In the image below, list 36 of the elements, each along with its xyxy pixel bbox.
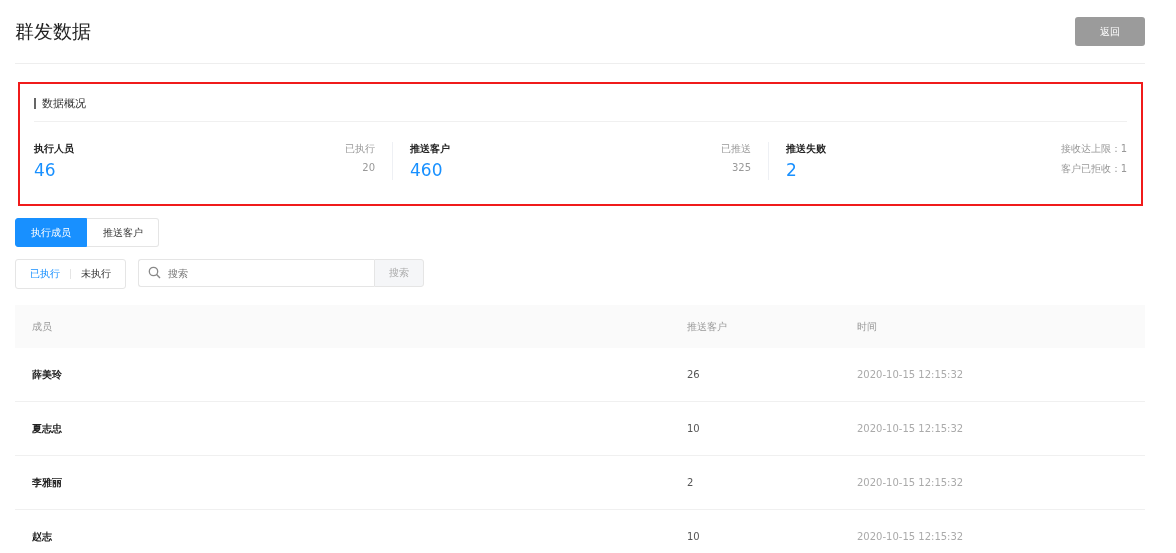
stat-detail: 已推送: [721, 142, 751, 156]
page-title: 群发数据: [15, 18, 91, 44]
filter-option[interactable]: 未执行: [71, 267, 121, 281]
stat-detail: 已执行: [345, 142, 375, 156]
section-title: 数据概况: [42, 95, 86, 111]
stat-detail: 接收达上限：1: [1060, 142, 1127, 156]
stat-detail: 客户已拒收：1: [1060, 162, 1127, 176]
tab[interactable]: 执行成员: [15, 218, 87, 247]
table-cell-text: 李雅丽: [32, 475, 63, 490]
stat-value: 460: [410, 160, 444, 180]
stat-label: 执行人员: [34, 142, 74, 156]
table-cell-text: 10: [687, 531, 701, 542]
stat-label: 推送客户: [410, 142, 450, 156]
table-cell-text: 26: [687, 369, 701, 380]
table-cell-text: 2020-10-15 12:15:32: [857, 477, 965, 488]
stat-detail: 20: [362, 162, 375, 173]
table-cell-text: 夏志忠: [32, 421, 63, 436]
back-button[interactable]: 返回: [1075, 17, 1145, 46]
tab[interactable]: 推送客户: [87, 218, 159, 247]
stat-detail: 325: [731, 162, 751, 173]
stat-value: 2: [786, 160, 798, 180]
table-cell-text: 赵志: [32, 529, 53, 544]
table-cell-text: 薛美玲: [32, 367, 63, 382]
stat-value: 46: [34, 160, 57, 180]
search-field[interactable]: 搜索: [138, 259, 374, 287]
column-header: 时间: [857, 319, 878, 334]
table-cell-text: 2020-10-15 12:15:32: [857, 369, 965, 380]
column-header: 推送客户: [687, 319, 728, 334]
column-header: 成员: [32, 319, 53, 334]
table-cell-text: 2: [687, 477, 695, 488]
table-cell-text: 2020-10-15 12:15:32: [857, 423, 965, 434]
stat-label: 推送失败: [786, 142, 826, 156]
search-button[interactable]: 搜索: [374, 259, 424, 287]
table-cell-text: 2020-10-15 12:15:32: [857, 531, 965, 542]
table-cell-text: 10: [687, 423, 701, 434]
filter-option[interactable]: 已执行: [20, 267, 70, 281]
